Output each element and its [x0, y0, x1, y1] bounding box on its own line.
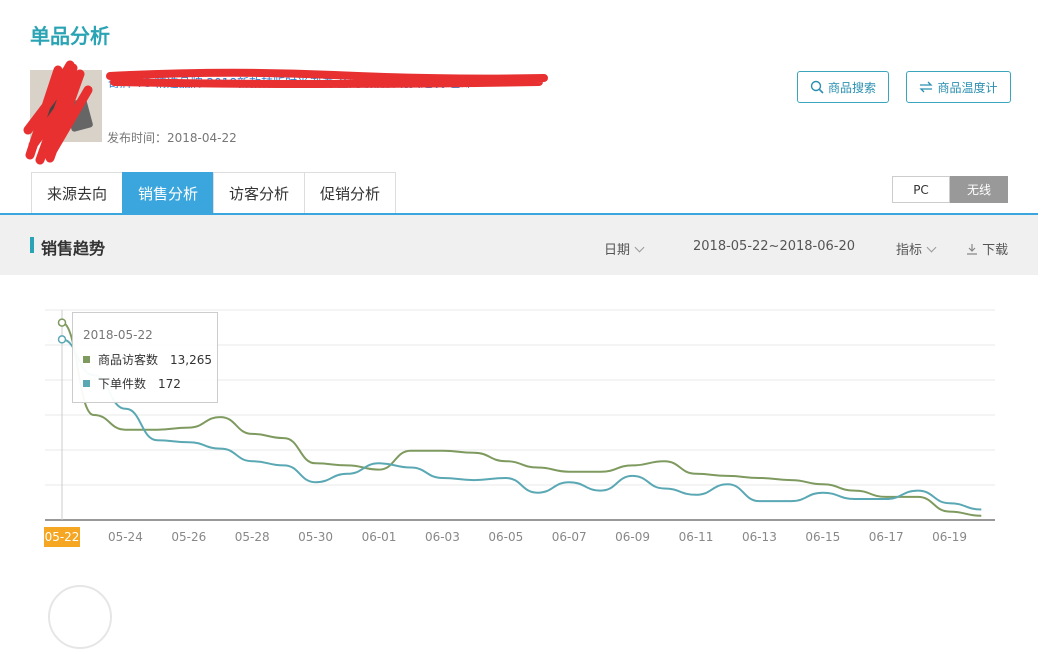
x-tick-label: 06-05: [488, 530, 523, 544]
chevron-down-icon: [634, 242, 645, 253]
swap-arrows-icon: [919, 81, 934, 93]
tooltip-series-name: 下单件数: [98, 377, 147, 391]
tooltip-series-value: 13,265: [170, 352, 213, 367]
x-tick-label: 06-11: [679, 530, 714, 544]
x-tick-label: 05-28: [235, 530, 270, 544]
chart-tooltip: 2018-05-22 商品访客数 13,265 下单件数 172: [72, 312, 218, 403]
x-tick-label: 06-07: [552, 530, 587, 544]
download-icon: [967, 244, 977, 255]
x-tick-label: 05-26: [171, 530, 206, 544]
watermark-circle: [48, 585, 112, 649]
section-title: 销售趋势: [41, 239, 106, 258]
tooltip-swatch: [83, 380, 90, 387]
x-tick-label: 06-09: [615, 530, 650, 544]
x-tick-label: 06-03: [425, 530, 460, 544]
x-tick-label: 06-13: [742, 530, 777, 544]
data-point: [57, 335, 67, 344]
tooltip-row-visitors: 商品访客数 13,265: [83, 351, 212, 368]
tooltip-series-name: 商品访客数: [98, 353, 159, 367]
date-dimension-select[interactable]: 日期: [604, 239, 645, 258]
metric-label: 指标: [896, 243, 923, 258]
x-tick-label: 06-17: [869, 530, 904, 544]
chevron-down-icon: [926, 242, 937, 253]
tab-source[interactable]: 来源去向: [31, 172, 123, 213]
section-accent: [30, 237, 34, 253]
x-tick-label: 06-01: [362, 530, 397, 544]
tab-promotion[interactable]: 促销分析: [304, 172, 397, 213]
product-temperature-button[interactable]: 商品温度计: [906, 71, 1011, 103]
product-temperature-label: 商品温度计: [937, 80, 998, 95]
download-label: 下载: [982, 243, 1009, 258]
tooltip-row-orders: 下单件数 172: [83, 375, 181, 392]
product-search-label: 商品搜索: [827, 80, 876, 95]
x-tick-label: 06-19: [932, 530, 967, 544]
toggle-pc[interactable]: PC: [892, 176, 950, 203]
redaction-scribble: [23, 60, 93, 165]
page-title: 单品分析: [30, 24, 110, 48]
date-dimension-label: 日期: [604, 243, 631, 258]
tab-visitors[interactable]: 访客分析: [213, 172, 305, 213]
x-highlight-badge: 05-22: [44, 527, 80, 547]
publish-date: 发布时间：2018-04-22: [107, 131, 237, 145]
x-tick-label: 05-24: [108, 530, 143, 544]
device-toggle: PC 无线: [892, 176, 1008, 203]
download-button[interactable]: 下载: [966, 239, 1008, 258]
analysis-tabs: 来源去向 销售分析 访客分析 促销分析: [31, 172, 397, 214]
metric-select[interactable]: 指标: [896, 239, 937, 258]
tooltip-swatch: [83, 356, 90, 363]
data-point: [57, 318, 67, 327]
title-redaction: [106, 68, 548, 88]
date-range-picker[interactable]: 2018-05-22~2018-06-20: [693, 239, 855, 254]
search-icon: [810, 80, 824, 94]
tab-sales[interactable]: 销售分析: [122, 172, 214, 214]
product-search-button[interactable]: 商品搜索: [797, 71, 889, 103]
x-tick-label: 06-15: [805, 530, 840, 544]
toggle-mobile[interactable]: 无线: [950, 176, 1008, 203]
tooltip-date: 2018-05-22: [83, 328, 153, 342]
section-header: 销售趋势 日期 2018-05-22~2018-06-20 指标 下载: [0, 215, 1038, 275]
x-tick-label: 05-30: [298, 530, 333, 544]
tooltip-series-value: 172: [158, 376, 181, 391]
